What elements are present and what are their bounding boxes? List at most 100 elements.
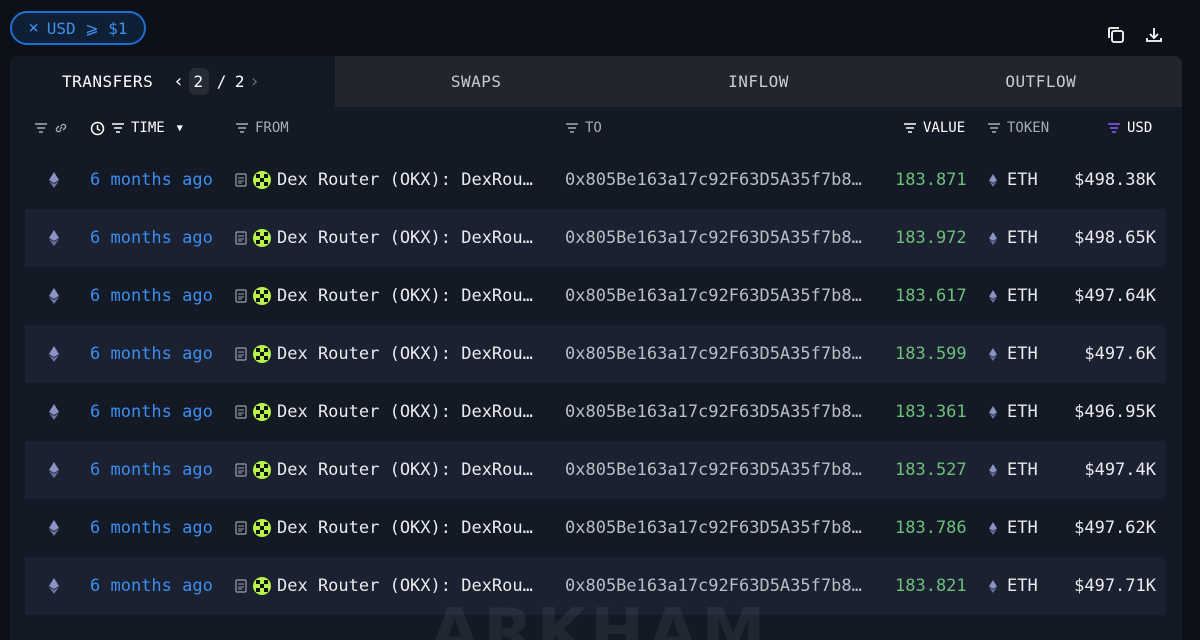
copy-icon[interactable]: [1106, 25, 1128, 47]
token-header[interactable]: TOKEN: [987, 120, 1049, 136]
filter-active-icon: [1108, 123, 1120, 133]
token-cell[interactable]: ETH: [989, 499, 1038, 557]
time-link[interactable]: 6 months ago: [90, 441, 213, 499]
to-address[interactable]: 0x805Be163a17c92F63D5A35f7b8…: [565, 499, 862, 557]
from-entity[interactable]: Dex Router (OKX): DexRou…: [235, 209, 533, 267]
table-row[interactable]: 6 months ago Dex Router (OKX): DexRou… 0…: [25, 267, 1165, 325]
ethereum-chain-icon: [49, 557, 59, 615]
okx-logo-icon: [253, 519, 271, 537]
table-row[interactable]: 6 months ago Dex Router (OKX): DexRou… 0…: [25, 383, 1165, 441]
to-address[interactable]: 0x805Be163a17c92F63D5A35f7b8…: [565, 383, 862, 441]
clock-icon: [90, 121, 105, 135]
value-amount: 183.972: [895, 228, 967, 248]
to-header[interactable]: TO: [565, 120, 602, 136]
token-cell[interactable]: ETH: [989, 151, 1038, 209]
from-label: Dex Router (OKX): DexRou…: [277, 344, 533, 364]
usd-amount: $497.64K: [1074, 286, 1156, 306]
token-cell[interactable]: ETH: [989, 267, 1038, 325]
toolbar: [1106, 25, 1166, 47]
tab-swaps[interactable]: SWAPS: [335, 56, 617, 107]
table-row[interactable]: 6 months ago Dex Router (OKX): DexRou… 0…: [25, 325, 1165, 383]
usd-amount: $498.65K: [1074, 228, 1156, 248]
token-symbol: ETH: [1007, 576, 1038, 596]
ethereum-chain-icon: [49, 151, 59, 209]
filter-icon: [988, 123, 1000, 133]
usd-filter-chip[interactable]: × USD ⩾ $1: [10, 11, 146, 45]
time-link[interactable]: 6 months ago: [90, 557, 213, 615]
token-symbol: ETH: [1007, 460, 1038, 480]
to-address[interactable]: 0x805Be163a17c92F63D5A35f7b8…: [565, 441, 862, 499]
to-address[interactable]: 0x805Be163a17c92F63D5A35f7b8…: [565, 151, 862, 209]
from-entity[interactable]: Dex Router (OKX): DexRou…: [235, 441, 533, 499]
token-symbol: ETH: [1007, 518, 1038, 538]
table-row[interactable]: 6 months ago Dex Router (OKX): DexRou… 0…: [25, 441, 1165, 499]
from-entity[interactable]: Dex Router (OKX): DexRou…: [235, 325, 533, 383]
tab-outflow[interactable]: OUTFLOW: [900, 56, 1182, 107]
tab-bar: TRANSFERS ‹ 2 / 2 › SWAPS INFLOW OUTFLOW: [10, 56, 1182, 107]
ethereum-chain-icon: [49, 267, 59, 325]
eth-token-icon: [989, 347, 997, 361]
remove-filter-icon[interactable]: ×: [28, 18, 38, 38]
token-cell[interactable]: ETH: [989, 325, 1038, 383]
token-symbol: ETH: [1007, 344, 1038, 364]
from-entity[interactable]: Dex Router (OKX): DexRou…: [235, 267, 533, 325]
usd-amount: $497.71K: [1074, 576, 1156, 596]
eth-token-icon: [989, 231, 997, 245]
arkham-watermark: ARKHAM: [430, 596, 770, 640]
time-link[interactable]: 6 months ago: [90, 499, 213, 557]
contract-icon: [235, 579, 247, 593]
okx-logo-icon: [253, 403, 271, 421]
from-label: Dex Router (OKX): DexRou…: [277, 576, 533, 596]
chevron-right-icon[interactable]: ›: [249, 71, 260, 92]
tab-inflow[interactable]: INFLOW: [617, 56, 899, 107]
pagination: ‹ 2 / 2 ›: [173, 68, 260, 95]
filter-icon: [112, 123, 124, 133]
from-label: Dex Router (OKX): DexRou…: [277, 286, 533, 306]
current-page: 2: [188, 68, 209, 95]
value-amount: 183.617: [895, 286, 967, 306]
time-link[interactable]: 6 months ago: [90, 151, 213, 209]
okx-logo-icon: [253, 171, 271, 189]
contract-icon: [235, 173, 247, 187]
token-header-label: TOKEN: [1007, 120, 1050, 136]
chain-filter-header[interactable]: [34, 121, 68, 135]
filter-icon: [566, 123, 578, 133]
to-address[interactable]: 0x805Be163a17c92F63D5A35f7b8…: [565, 209, 862, 267]
eth-token-icon: [989, 289, 997, 303]
value-header[interactable]: VALUE: [903, 120, 965, 136]
from-entity[interactable]: Dex Router (OKX): DexRou…: [235, 499, 533, 557]
filter-icon: [904, 123, 916, 133]
contract-icon: [235, 405, 247, 419]
ethereum-chain-icon: [49, 499, 59, 557]
from-entity[interactable]: Dex Router (OKX): DexRou…: [235, 383, 533, 441]
token-cell[interactable]: ETH: [989, 209, 1038, 267]
download-icon[interactable]: [1144, 25, 1166, 47]
table-row[interactable]: 6 months ago Dex Router (OKX): DexRou… 0…: [25, 151, 1165, 209]
to-address[interactable]: 0x805Be163a17c92F63D5A35f7b8…: [565, 325, 862, 383]
usd-amount: $496.95K: [1074, 402, 1156, 422]
time-link[interactable]: 6 months ago: [90, 325, 213, 383]
eth-token-icon: [989, 521, 997, 535]
tab-transfers[interactable]: TRANSFERS ‹ 2 / 2 ›: [10, 56, 335, 107]
time-header[interactable]: TIME ▼: [90, 120, 183, 136]
time-link[interactable]: 6 months ago: [90, 267, 213, 325]
ethereum-chain-icon: [49, 325, 59, 383]
from-entity[interactable]: Dex Router (OKX): DexRou…: [235, 151, 533, 209]
token-cell[interactable]: ETH: [989, 441, 1038, 499]
token-cell[interactable]: ETH: [989, 383, 1038, 441]
value-header-label: VALUE: [923, 120, 966, 136]
contract-icon: [235, 231, 247, 245]
tab-transfers-label: TRANSFERS: [62, 72, 154, 91]
time-link[interactable]: 6 months ago: [90, 209, 213, 267]
from-header[interactable]: FROM: [235, 120, 289, 136]
from-label: Dex Router (OKX): DexRou…: [277, 170, 533, 190]
table-row[interactable]: 6 months ago Dex Router (OKX): DexRou… 0…: [25, 499, 1165, 557]
token-cell[interactable]: ETH: [989, 557, 1038, 615]
usd-header[interactable]: USD: [1107, 120, 1152, 136]
to-address[interactable]: 0x805Be163a17c92F63D5A35f7b8…: [565, 267, 862, 325]
chevron-left-icon[interactable]: ‹: [173, 71, 184, 92]
value-amount: 183.821: [895, 576, 967, 596]
table-row[interactable]: 6 months ago Dex Router (OKX): DexRou… 0…: [25, 209, 1165, 267]
from-label: Dex Router (OKX): DexRou…: [277, 460, 533, 480]
time-link[interactable]: 6 months ago: [90, 383, 213, 441]
